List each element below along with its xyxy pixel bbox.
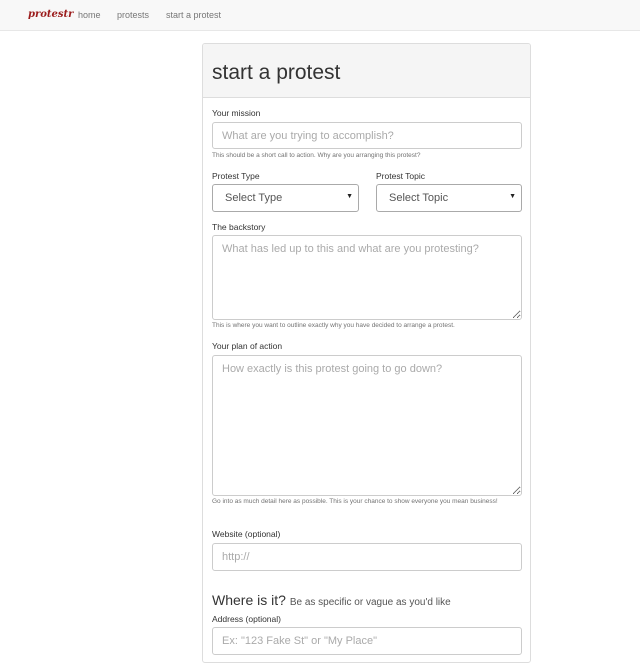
nav-link-home[interactable]: home [78,10,101,20]
plan-label: Your plan of action [212,341,283,351]
backstory-help: This is where you want to outline exactl… [212,322,455,329]
protest-type-label: Protest Type [212,171,260,181]
nav-link-start-protest[interactable]: start a protest [166,10,221,20]
protest-type-select[interactable]: Select Type ▼ [212,184,359,212]
page-title: start a protest [212,61,341,84]
address-label: Address (optional) [212,614,281,624]
mission-input[interactable] [212,122,522,149]
protest-form-panel: start a protest Your mission This should… [202,43,531,663]
protest-type-value: Select Type [225,192,283,204]
protest-topic-value: Select Topic [389,192,449,204]
website-label: Website (optional) [212,529,281,539]
plan-help: Go into as much detail here as possible.… [212,498,498,505]
mission-help: This should be a short call to action. W… [212,152,421,159]
navbar: protestr home protests start a protest [0,0,640,31]
protest-topic-label: Protest Topic [376,171,425,181]
nav-link-protests[interactable]: protests [117,10,149,20]
mission-label: Your mission [212,108,261,118]
location-title: Where is it? [212,592,286,608]
protest-topic-select[interactable]: Select Topic ▼ [376,184,522,212]
plan-textarea[interactable] [212,355,522,496]
location-subtitle: Be as specific or vague as you'd like [289,597,451,608]
backstory-label: The backstory [212,222,266,232]
brand-logo[interactable]: protestr [28,9,73,20]
address-input[interactable] [212,627,522,655]
website-input[interactable] [212,543,522,571]
panel-header: start a protest [203,44,530,98]
location-heading: Where is it? Be as specific or vague as … [212,592,451,608]
caret-down-icon: ▼ [509,193,516,200]
caret-down-icon: ▼ [346,193,353,200]
backstory-textarea[interactable] [212,235,522,320]
